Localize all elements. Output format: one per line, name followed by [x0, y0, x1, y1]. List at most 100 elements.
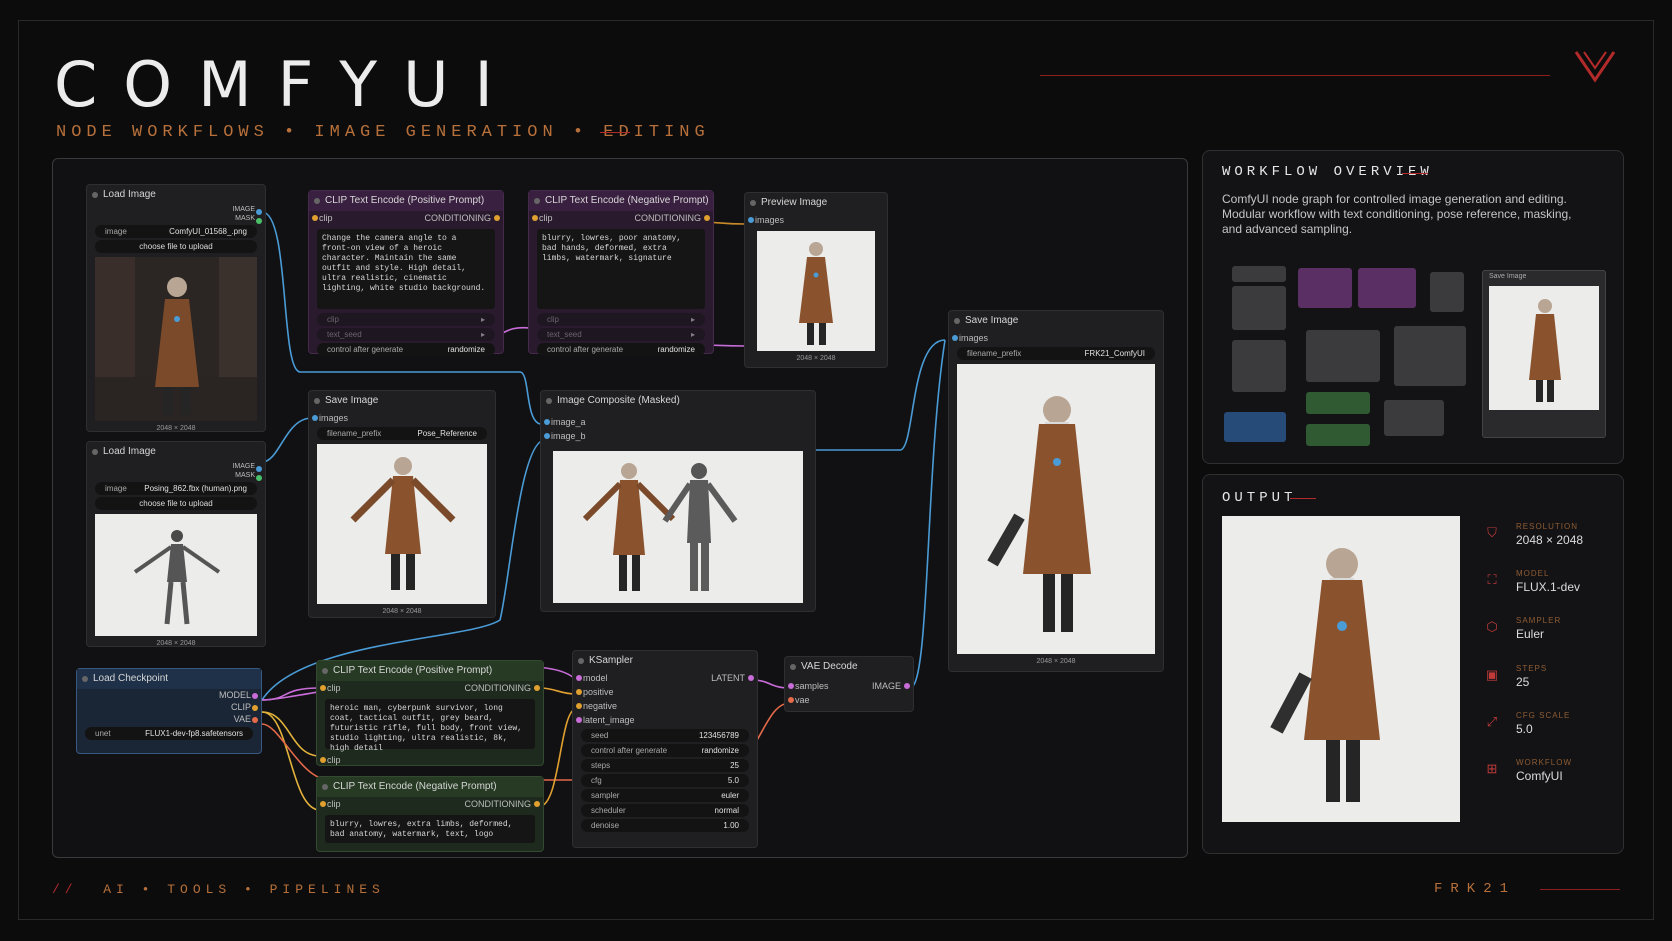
widget-label: unet [95, 729, 111, 738]
stat-label: SAMPLER [1516, 616, 1562, 625]
widget-label: control after generate [547, 345, 624, 354]
node-clip-positive-bottom[interactable]: CLIP Text Encode (Positive Prompt) clip C… [316, 660, 544, 766]
widget-value: Pose_Reference [417, 429, 477, 438]
workflow-overview-title: WORKFLOW OVERVIEW [1222, 164, 1433, 180]
node-title: Load Image [87, 442, 265, 462]
input-latent-image[interactable]: latent_image [573, 713, 757, 727]
character-render-image [757, 231, 875, 351]
mini-node [1306, 392, 1370, 414]
output-image [1222, 516, 1460, 822]
control-after-generate-widget[interactable]: control after generate randomize [581, 744, 749, 757]
node-clip-negative-bottom[interactable]: CLIP Text Encode (Negative Prompt) clip C… [316, 776, 544, 852]
input-image-a[interactable]: image_a [541, 415, 815, 429]
node-load-checkpoint[interactable]: Load Checkpoint MODEL CLIP VAE unet FLUX1… [76, 668, 262, 754]
output-conditioning: CONDITIONING [464, 683, 532, 693]
widget-value: 25 [730, 761, 739, 770]
widget-value: 123456789 [698, 731, 739, 740]
upload-button[interactable]: choose file to upload [95, 240, 257, 253]
node-load-image-2[interactable]: Load Image IMAGE MASK image Posing_862.fb… [86, 441, 266, 647]
mini-node [1232, 340, 1286, 392]
clip-widget[interactable]: clip ▸ [317, 313, 495, 326]
node-title: Load Checkpoint [77, 669, 261, 689]
final-image-preview [957, 364, 1155, 654]
node-save-image-pose[interactable]: Save Image images filename_prefix Pose_Re… [308, 390, 496, 618]
output-clip[interactable]: CLIP [77, 701, 261, 713]
input-clip-2[interactable]: clip [317, 753, 543, 767]
sampler-widget[interactable]: sampler euler [581, 789, 749, 802]
stat-value: 2048 × 2048 [1516, 533, 1584, 547]
steps-widget[interactable]: steps 25 [581, 759, 749, 772]
node-save-image-final[interactable]: Save Image images filename_prefix FRK21_C… [948, 310, 1164, 672]
output-vae[interactable]: VAE [77, 713, 261, 725]
header-accent-line [1040, 75, 1550, 76]
widget-label: filename_prefix [967, 349, 1022, 358]
output-model[interactable]: MODEL [77, 689, 261, 701]
image-select-widget[interactable]: image Posing_862.fbx (human).png [95, 482, 257, 495]
node-ksampler[interactable]: KSampler model LATENT positive negative l… [572, 650, 758, 848]
prompt-textarea[interactable]: Change the camera angle to a front-on vi… [317, 229, 495, 309]
mini-preview-image [1489, 286, 1599, 410]
widget-value: ▸ [690, 330, 695, 339]
stat-label: WORKFLOW [1516, 758, 1572, 767]
widget-label: cfg [591, 776, 602, 785]
unet-select-widget[interactable]: unet FLUX1-dev-fp8.safetensors [85, 727, 253, 740]
filename-prefix-widget[interactable]: filename_prefix FRK21_ComfyUI [957, 347, 1155, 360]
output-mask[interactable]: MASK [87, 214, 265, 224]
input-positive[interactable]: positive [573, 685, 757, 699]
input-images[interactable]: images [949, 331, 1163, 345]
upload-button[interactable]: choose file to upload [95, 497, 257, 510]
input-model-row[interactable]: model LATENT [573, 671, 757, 685]
node-preview-image[interactable]: Preview Image images 2048 × 2048 [744, 192, 888, 368]
prompt-textarea[interactable]: heroic man, cyberpunk survivor, long coa… [325, 699, 535, 753]
input-negative[interactable]: negative [573, 699, 757, 713]
io-row[interactable]: clip CONDITIONING [317, 681, 543, 695]
node-vae-decode[interactable]: VAE Decode samples IMAGE vae [784, 656, 914, 712]
widget-label: image [105, 484, 127, 493]
denoise-widget[interactable]: denoise 1.00 [581, 819, 749, 832]
node-title: KSampler [573, 651, 757, 671]
footer-tagline: // AI • TOOLS • PIPELINES [52, 882, 385, 897]
output-image[interactable]: IMAGE [87, 205, 265, 215]
seed-widget[interactable]: seed 123456789 [581, 729, 749, 742]
node-clip-negative-top[interactable]: CLIP Text Encode (Negative Prompt) clip C… [528, 190, 714, 356]
io-row[interactable]: clip CONDITIONING [317, 797, 543, 811]
control-after-generate-widget[interactable]: control after generate randomize [537, 343, 705, 356]
io-row[interactable]: clip CONDITIONING [529, 211, 713, 225]
prompt-textarea[interactable]: blurry, lowres, extra limbs, deformed, b… [325, 815, 535, 843]
output-image[interactable]: IMAGE [87, 462, 265, 472]
input-images[interactable]: images [745, 213, 887, 227]
image-select-widget[interactable]: image ComfyUI_01568_.png [95, 225, 257, 238]
node-load-image-1[interactable]: Load Image IMAGE MASK image ComfyUI_01568… [86, 184, 266, 432]
mini-node-label: Save Image [1489, 273, 1527, 280]
cfg-widget[interactable]: cfg 5.0 [581, 774, 749, 787]
node-title: VAE Decode [785, 657, 913, 677]
node-image-composite[interactable]: Image Composite (Masked) image_a image_b [540, 390, 816, 612]
cfg-icon: ⤢ [1486, 714, 1498, 729]
prompt-textarea[interactable]: blurry, lowres, poor anatomy, bad hands,… [537, 229, 705, 309]
clip-widget[interactable]: clip ▸ [537, 313, 705, 326]
mannequin-pose-image [95, 514, 257, 636]
mini-node [1232, 286, 1286, 330]
widget-value: ▸ [480, 330, 485, 339]
stat-value: ComfyUI [1516, 769, 1563, 783]
widget-label: image [105, 227, 127, 236]
input-clip: clip [539, 213, 553, 223]
stat-label: STEPS [1516, 664, 1548, 673]
output-mask[interactable]: MASK [87, 471, 265, 481]
scheduler-widget[interactable]: scheduler normal [581, 804, 749, 817]
image-size-caption: 2048 × 2048 [382, 608, 422, 615]
input-images[interactable]: images [309, 411, 495, 425]
io-row[interactable]: clip CONDITIONING [309, 211, 503, 225]
widget-value: ▸ [480, 315, 485, 324]
node-title: Save Image [949, 311, 1163, 331]
widget-value: Posing_862.fbx (human).png [144, 484, 247, 493]
text-seed-widget[interactable]: text_seed ▸ [537, 328, 705, 341]
node-clip-positive-top[interactable]: CLIP Text Encode (Positive Prompt) clip C… [308, 190, 504, 356]
samples-row[interactable]: samples IMAGE [785, 679, 913, 693]
filename-prefix-widget[interactable]: filename_prefix Pose_Reference [317, 427, 487, 440]
widget-label: clip [547, 315, 560, 324]
input-vae[interactable]: vae [785, 693, 913, 707]
input-image-b[interactable]: image_b [541, 429, 815, 443]
control-after-generate-widget[interactable]: control after generate randomize [317, 343, 495, 356]
text-seed-widget[interactable]: text_seed ▸ [317, 328, 495, 341]
